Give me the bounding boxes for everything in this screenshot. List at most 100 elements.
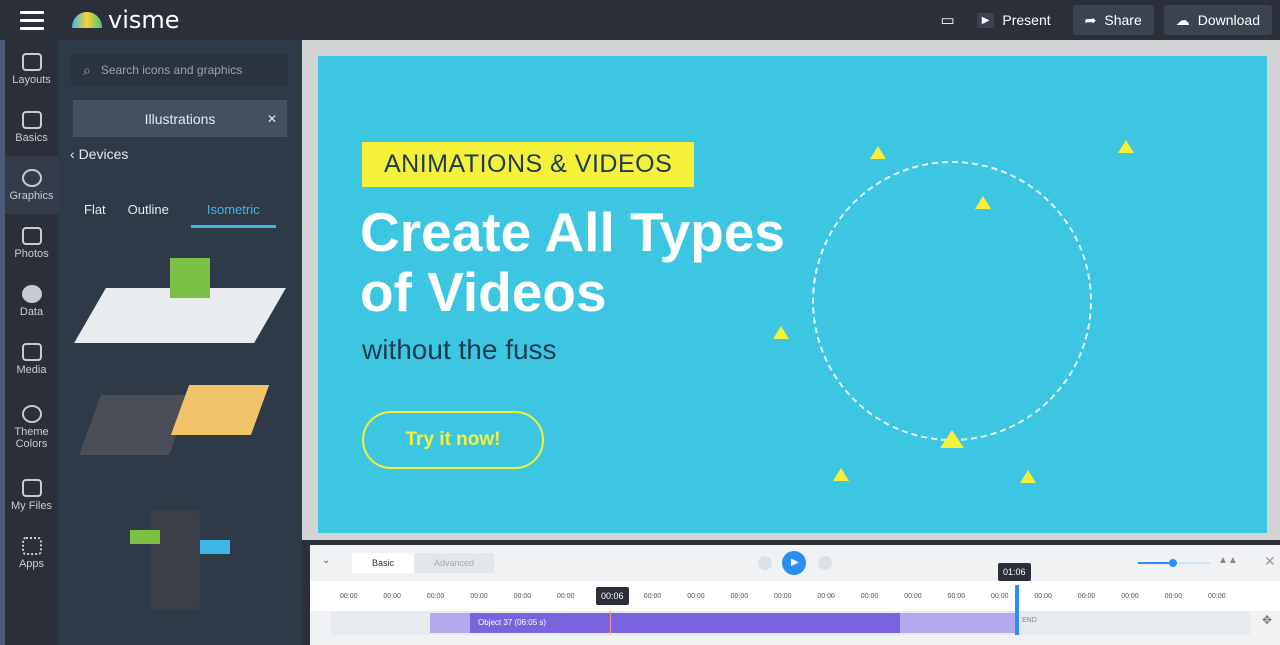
collapse-chevron-icon[interactable]: ⌄	[322, 555, 330, 566]
move-icon[interactable]: ✥	[1262, 613, 1272, 627]
tab-flat[interactable]: Flat	[84, 202, 106, 228]
rail-media[interactable]: Media	[5, 330, 58, 388]
tick-label: 00:00	[1208, 593, 1226, 600]
share-label: Share	[1104, 12, 1142, 28]
slide-subtitle[interactable]: without the fuss	[362, 334, 557, 366]
rail-label: Apps	[18, 557, 45, 570]
back-label: Devices	[78, 146, 129, 162]
slide-title[interactable]: Create All Types of Videos	[360, 202, 820, 322]
basics-icon	[21, 110, 42, 129]
tick-label: 00:00	[557, 593, 575, 600]
tick-label: 00:00	[426, 593, 445, 600]
category-label: Illustrations	[144, 110, 216, 127]
skip-back-icon[interactable]	[758, 556, 772, 570]
share-button[interactable]: ➦ Share	[1072, 5, 1154, 35]
end-label: END	[1022, 617, 1037, 624]
rail-my-files[interactable]: My Files	[5, 466, 58, 524]
tick-label: 00:00	[687, 593, 705, 600]
play-button[interactable]: ▶	[782, 551, 806, 575]
tick-label: 00:00	[383, 593, 401, 600]
tab-isometric[interactable]: Isometric	[190, 202, 276, 228]
rail-apps[interactable]: Apps	[5, 524, 58, 582]
graphics-icon	[21, 168, 42, 187]
time-ruler[interactable]: 00:00 00:00 00:00 00:00 00:00 00:00 00:00 00:00…	[310, 581, 1280, 611]
media-icon	[21, 342, 42, 361]
rail-data[interactable]: Data	[5, 272, 58, 330]
object-track: Object 37 (06:05 s) END	[330, 611, 1250, 635]
rail-label: Data	[19, 305, 44, 318]
object-label: Object 37 (06:05 s)	[478, 618, 547, 627]
illustration-smartphone[interactable]	[80, 510, 280, 620]
download-label: Download	[1197, 12, 1260, 28]
rail-label: Graphics	[9, 189, 54, 202]
menu-icon[interactable]	[20, 10, 44, 30]
category-chip[interactable]: Illustrations ✕	[73, 100, 287, 137]
rail-photos[interactable]: Photos	[5, 214, 58, 272]
rail-label: Theme Colors	[14, 425, 49, 450]
layouts-icon	[21, 52, 42, 71]
play-icon: ▶	[976, 12, 995, 28]
rail-label: Basics	[15, 131, 48, 144]
tick-label: 00:00	[1164, 593, 1183, 600]
tab-outline[interactable]: Outline	[128, 202, 169, 228]
tick-label: 00:00	[860, 593, 879, 600]
apps-grid-icon	[21, 536, 42, 555]
rail-label: Layouts	[12, 73, 51, 86]
cloud-download-icon: ☁	[1175, 11, 1190, 28]
rail-graphics[interactable]: Graphics	[5, 156, 58, 214]
tick-label: 00:00	[1034, 593, 1052, 600]
tick-label: 00:00	[513, 593, 532, 600]
triangle-shape[interactable]	[1118, 140, 1134, 153]
skip-forward-icon[interactable]	[818, 556, 832, 570]
tick-label: 00:00	[730, 593, 749, 600]
end-marker[interactable]	[1015, 585, 1019, 635]
mountain-icon: ▲▲	[1218, 555, 1238, 566]
present-label: Present	[1002, 12, 1051, 28]
playhead-time: 00:06	[596, 587, 629, 605]
back-link[interactable]: ‹ Devices	[70, 146, 128, 162]
triangle-shape[interactable]	[833, 468, 849, 481]
close-timeline-icon[interactable]: ✕	[1264, 553, 1276, 570]
rail-theme-colors[interactable]: Theme Colors	[5, 388, 58, 466]
tick-label: 00:00	[774, 593, 792, 600]
try-it-now-button[interactable]: Try it now!	[362, 411, 544, 469]
zoom-slider[interactable]	[1138, 559, 1210, 567]
object-clip[interactable]: Object 37 (06:05 s)	[470, 613, 900, 633]
visme-logo: visme	[72, 6, 180, 34]
download-button[interactable]: ☁ Download	[1163, 5, 1272, 35]
tab-advanced[interactable]: Advanced	[414, 553, 495, 573]
rail-layouts[interactable]: Layouts	[5, 40, 58, 98]
left-rail: Layouts Basics Graphics Photos Data Medi…	[0, 40, 58, 645]
comment-icon[interactable]: ▭	[941, 11, 955, 29]
tick-label: 00:00	[340, 593, 358, 600]
illustration-phone-calculator[interactable]	[79, 375, 280, 485]
illustration-tablet[interactable]	[74, 248, 286, 358]
palette-icon	[21, 404, 42, 423]
upload-icon	[21, 478, 42, 497]
slide-tag[interactable]: ANIMATIONS & VIDEOS	[362, 142, 695, 187]
triangle-shape[interactable]	[773, 326, 789, 339]
tick-label: 00:00	[470, 593, 488, 600]
top-bar: visme ▭ ▶ Present ➦ Share ☁ Download	[0, 0, 1280, 40]
brand-name: visme	[108, 6, 180, 34]
tick-label: 00:00	[817, 593, 835, 600]
triangle-shape[interactable]	[870, 146, 886, 159]
triangle-shape[interactable]	[1020, 470, 1036, 483]
rail-basics[interactable]: Basics	[5, 98, 58, 156]
slide[interactable]: ANIMATIONS & VIDEOS Create All Types of …	[318, 56, 1267, 533]
tab-basic[interactable]: Basic	[352, 553, 415, 573]
present-button[interactable]: ▶ Present	[965, 5, 1063, 35]
playhead-line[interactable]	[610, 611, 611, 635]
triangle-shape[interactable]	[975, 196, 991, 209]
play-icon: ▶	[791, 557, 799, 568]
share-icon: ➦	[1084, 11, 1097, 28]
tick-label: 00:00	[904, 593, 922, 600]
triangle-shape[interactable]	[940, 430, 964, 448]
dashed-circle[interactable]	[812, 161, 1092, 441]
rail-label: Media	[16, 363, 47, 376]
end-time: 01:06	[998, 563, 1031, 581]
close-icon[interactable]: ✕	[267, 112, 277, 126]
timeline: ⌄ Basic Advanced ▶ ▲▲ ✕ 00:00 00:00 00:00 00…	[310, 545, 1280, 645]
search-icon: ⌕	[83, 61, 91, 78]
search-input[interactable]: ⌕ Search icons and graphics	[71, 54, 288, 86]
